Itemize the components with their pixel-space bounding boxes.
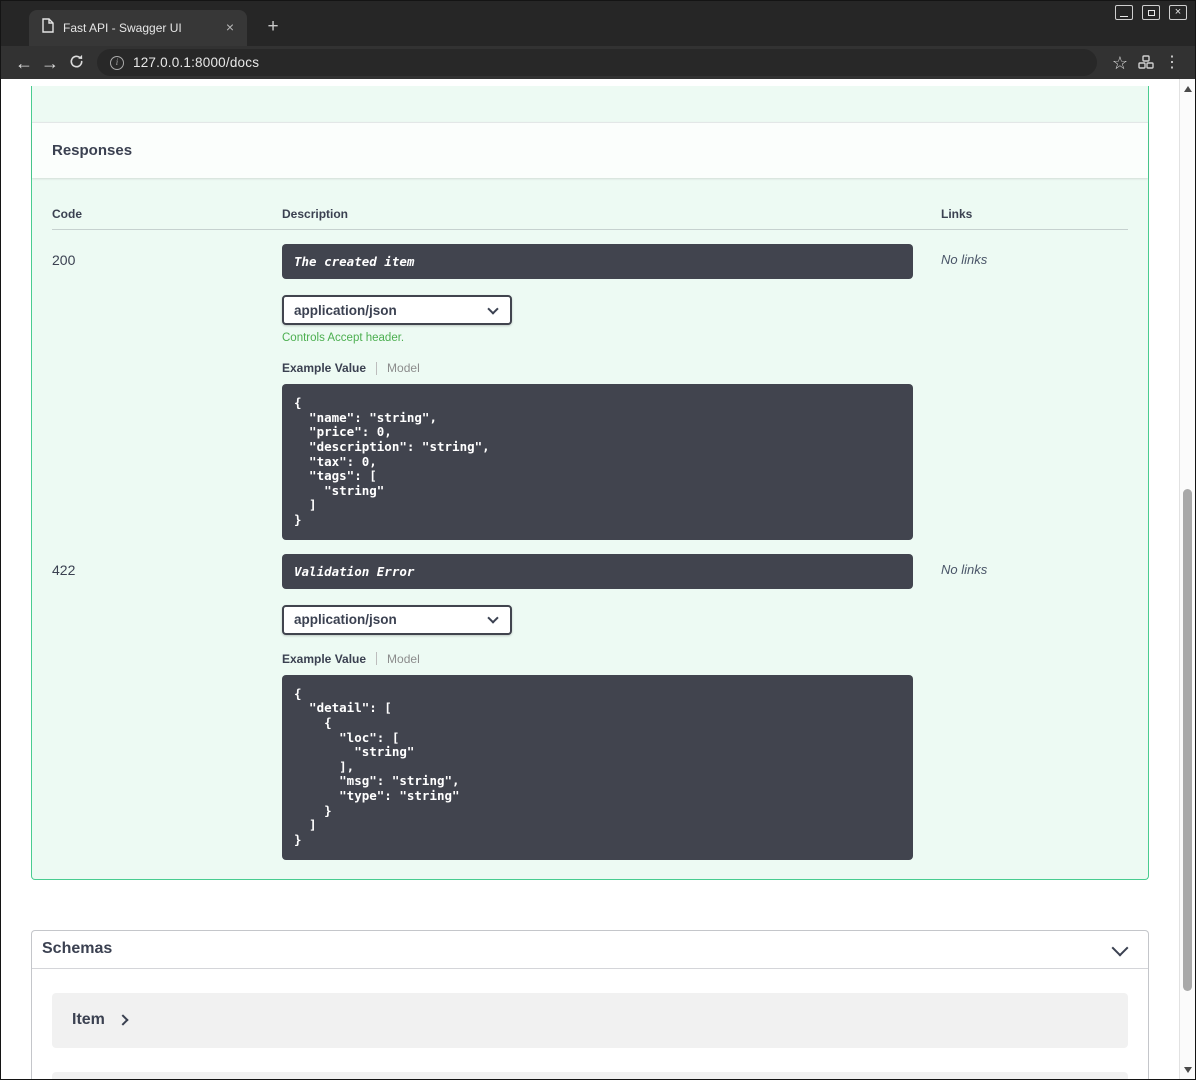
response-description-cell: Validation Error application/json Exampl… xyxy=(282,553,941,860)
chevron-right-icon xyxy=(117,1014,129,1026)
page-favicon-icon xyxy=(42,18,54,38)
tab-model[interactable]: Model xyxy=(387,361,420,375)
response-code: 200 xyxy=(52,252,76,268)
tab-title: Fast API - Swagger UI xyxy=(63,21,182,35)
minimize-icon xyxy=(1120,15,1128,17)
chevron-down-icon xyxy=(487,612,499,624)
chevron-down-icon xyxy=(1111,939,1129,956)
response-links: No links xyxy=(941,252,988,267)
tab-model[interactable]: Model xyxy=(387,652,420,666)
scroll-down-icon xyxy=(1183,1066,1192,1073)
tab-example-value[interactable]: Example Value xyxy=(282,652,366,666)
menu-dots-icon[interactable]: ⋮ xyxy=(1159,54,1185,71)
reload-icon[interactable] xyxy=(63,53,89,73)
media-type-select[interactable]: application/json xyxy=(282,295,512,325)
model-name: Item xyxy=(72,1011,105,1028)
response-links: No links xyxy=(941,561,988,577)
url-text: 127.0.0.1:8000/docs xyxy=(133,55,260,70)
media-type-select[interactable]: application/json xyxy=(282,604,512,635)
address-bar[interactable]: i 127.0.0.1:8000/docs xyxy=(97,49,1097,76)
schemas-body: Item ValidationError xyxy=(32,969,1148,1079)
responses-table: Code Description Links 200 The created i… xyxy=(32,178,1148,879)
browser-toolbar: ← → i 127.0.0.1:8000/docs ☆ ⋮ xyxy=(1,46,1195,79)
scroll-up-button[interactable] xyxy=(1180,80,1195,97)
scroll-up-icon xyxy=(1183,85,1192,92)
responses-section-header: Responses xyxy=(32,122,1148,178)
browser-titlebar: Fast API - Swagger UI × + × xyxy=(1,1,1195,46)
schemas-section: Schemas Item ValidationError xyxy=(31,929,1149,1079)
example-json-block: { "detail": [ { "loc": [ "string" ], "ms… xyxy=(282,674,913,860)
response-description: The created item xyxy=(282,244,913,279)
minimize-button[interactable] xyxy=(1115,5,1133,20)
bookmark-star-icon[interactable]: ☆ xyxy=(1107,54,1133,72)
scroll-down-button[interactable] xyxy=(1180,1061,1195,1078)
tab-separator xyxy=(376,652,378,666)
close-button[interactable]: × xyxy=(1169,5,1187,20)
site-info-icon[interactable]: i xyxy=(110,55,124,70)
response-row-200: 200 The created item application/json Co… xyxy=(52,230,1128,540)
response-row-422: 422 Validation Error application/json Ex… xyxy=(52,540,1128,860)
model-validationerror[interactable]: ValidationError xyxy=(52,1071,1128,1079)
tab-example-value[interactable]: Example Value xyxy=(282,361,366,375)
page-viewport: Responses Code Description Links 200 The… xyxy=(1,79,1195,1079)
schemas-header[interactable]: Schemas xyxy=(32,931,1148,969)
opblock-spacer xyxy=(32,86,1148,122)
tab-close-icon[interactable]: × xyxy=(221,19,239,37)
col-header-description: Description xyxy=(282,207,349,221)
accept-header-hint: Controls Accept header. xyxy=(282,332,405,344)
back-icon[interactable]: ← xyxy=(11,54,37,72)
scrollbar-thumb[interactable] xyxy=(1183,489,1192,991)
media-type-value: application/json xyxy=(294,302,397,318)
responses-title: Responses xyxy=(52,142,133,159)
col-header-links: Links xyxy=(941,207,973,221)
forward-icon[interactable]: → xyxy=(37,54,63,72)
col-header-code: Code xyxy=(52,207,82,221)
schemas-title: Schemas xyxy=(42,940,113,957)
example-tabs: Example Value Model xyxy=(282,652,941,666)
model-item[interactable]: Item xyxy=(52,992,1128,1048)
scrollbar[interactable] xyxy=(1179,79,1195,1079)
tab-separator xyxy=(376,361,378,375)
opblock-post: Responses Code Description Links 200 The… xyxy=(31,86,1149,880)
swagger-page: Responses Code Description Links 200 The… xyxy=(1,79,1179,1079)
browser-window: Fast API - Swagger UI × + × ← → i 127.0.… xyxy=(0,0,1196,1080)
response-description: Validation Error xyxy=(282,553,913,589)
maximize-button[interactable] xyxy=(1142,5,1160,20)
response-description-cell: The created item application/json Contro… xyxy=(282,244,941,540)
media-type-value: application/json xyxy=(294,612,397,628)
chevron-down-icon xyxy=(487,302,499,315)
responses-table-header: Code Description Links xyxy=(52,178,1128,230)
maximize-icon xyxy=(1147,9,1155,16)
tab-groups-icon[interactable] xyxy=(1133,54,1159,72)
window-controls: × xyxy=(1115,5,1187,20)
browser-tab[interactable]: Fast API - Swagger UI × xyxy=(29,10,247,46)
response-code: 422 xyxy=(52,561,76,578)
new-tab-button[interactable]: + xyxy=(262,16,284,38)
example-tabs: Example Value Model xyxy=(282,361,941,375)
example-json-block: { "name": "string", "price": 0, "descrip… xyxy=(282,384,913,540)
